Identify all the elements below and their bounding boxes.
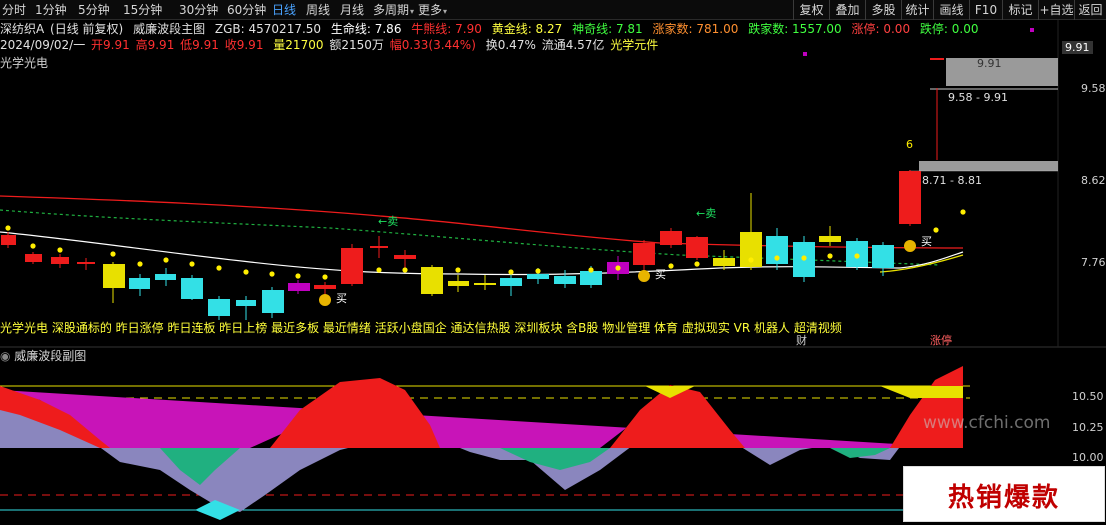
candle: [500, 278, 522, 286]
candle: [713, 258, 735, 266]
candle: [474, 283, 496, 285]
candle: [930, 58, 944, 60]
add-watchlist-button[interactable]: +自选: [1038, 0, 1074, 20]
candle: [899, 171, 921, 224]
candle: [448, 281, 469, 286]
multi-stock-button[interactable]: 多股: [865, 0, 901, 20]
candle: [527, 274, 549, 279]
box-count: 6: [906, 138, 913, 151]
buy-signal: 买: [336, 292, 347, 305]
watermark: www.cfchi.com: [923, 413, 1051, 433]
candle: [370, 246, 388, 248]
top-box-value: 9.91: [977, 57, 1002, 70]
candle: [394, 255, 416, 259]
mark-button[interactable]: 标记: [1002, 0, 1038, 20]
sub-chart-icon: ◉: [0, 349, 15, 363]
tab-more[interactable]: 更多: [418, 0, 447, 20]
candle: [51, 257, 69, 264]
sub-level-3: 10.00: [1072, 451, 1104, 464]
tab-60min[interactable]: 60分钟: [227, 0, 266, 20]
magenta-area: [0, 390, 963, 448]
resistance-box: [946, 58, 1058, 86]
candle: [686, 237, 708, 258]
candle: [181, 278, 203, 299]
tab-30min[interactable]: 30分钟: [179, 0, 218, 20]
candle: [341, 248, 363, 284]
candle: [421, 267, 443, 294]
candle: [288, 283, 310, 291]
support-box: [919, 161, 1058, 171]
tab-daily[interactable]: 日线: [272, 0, 296, 20]
price-top: 9.91: [1062, 41, 1093, 54]
candle: [129, 278, 150, 289]
tab-15min[interactable]: 15分钟: [123, 0, 162, 20]
candle: [155, 274, 176, 280]
candle: [580, 271, 602, 285]
candle: [660, 231, 682, 245]
tab-monthly[interactable]: 月线: [340, 0, 364, 20]
tab-fenshi[interactable]: 分时: [2, 0, 26, 20]
buy-signal: 买: [655, 268, 666, 281]
price-level-2: 8.62: [1081, 174, 1106, 187]
tab-5min[interactable]: 5分钟: [78, 0, 110, 20]
candle: [77, 262, 95, 264]
candle: [633, 243, 655, 265]
candle: [819, 236, 841, 242]
statistics-button[interactable]: 统计: [901, 0, 933, 20]
candles: [1, 58, 944, 320]
candle: [236, 300, 256, 306]
price-level-3: 7.76: [1081, 256, 1106, 269]
restore-rights-button[interactable]: 复权: [793, 0, 829, 20]
tab-weekly[interactable]: 周线: [306, 0, 330, 20]
candle: [872, 245, 894, 268]
f10-button[interactable]: F10: [969, 0, 1002, 20]
candle: [25, 254, 42, 262]
promo-text: 热销爆款: [947, 483, 1060, 513]
draw-line-button[interactable]: 画线: [933, 0, 969, 20]
tab-multiperiod[interactable]: 多周期: [373, 0, 414, 20]
dot-trail: [5, 209, 966, 280]
candle: [554, 276, 576, 284]
sell-signal: ←卖: [378, 215, 399, 228]
sub-chart-title[interactable]: ◉ 威廉波段副图: [0, 348, 86, 364]
range-upper-label: 9.58 - 9.91: [948, 91, 1008, 104]
candle: [103, 264, 125, 288]
candle: [314, 285, 336, 289]
sell-signal: ←卖: [696, 207, 717, 220]
sub-level-2: 10.25: [1072, 421, 1104, 434]
overlay-button[interactable]: 叠加: [829, 0, 865, 20]
candle: [208, 299, 230, 316]
buy-signal: 买: [921, 235, 932, 248]
price-level-1: 9.58: [1081, 82, 1106, 95]
candle: [1, 235, 16, 245]
back-button[interactable]: 返回: [1074, 0, 1106, 20]
period-toolbar: 分时 1分钟 5分钟 15分钟 30分钟 60分钟 日线 周线 月线 多周期 更…: [0, 0, 1106, 20]
sub-level-1: 10.50: [1072, 390, 1104, 403]
concept-strip: 光学光电 深股通标的 昨日涨停 昨日连板 昨日上榜 最近多板 最近情绪 活跃小盘…: [0, 321, 842, 335]
limit-up-tag: 涨停: [930, 334, 952, 347]
range-lower-label: 8.71 - 8.81: [922, 174, 982, 187]
candle: [262, 290, 284, 313]
promo-banner[interactable]: 热销爆款: [903, 466, 1105, 522]
tab-1min[interactable]: 1分钟: [35, 0, 67, 20]
finance-tag: 财: [796, 334, 807, 347]
life-line: [0, 231, 964, 276]
